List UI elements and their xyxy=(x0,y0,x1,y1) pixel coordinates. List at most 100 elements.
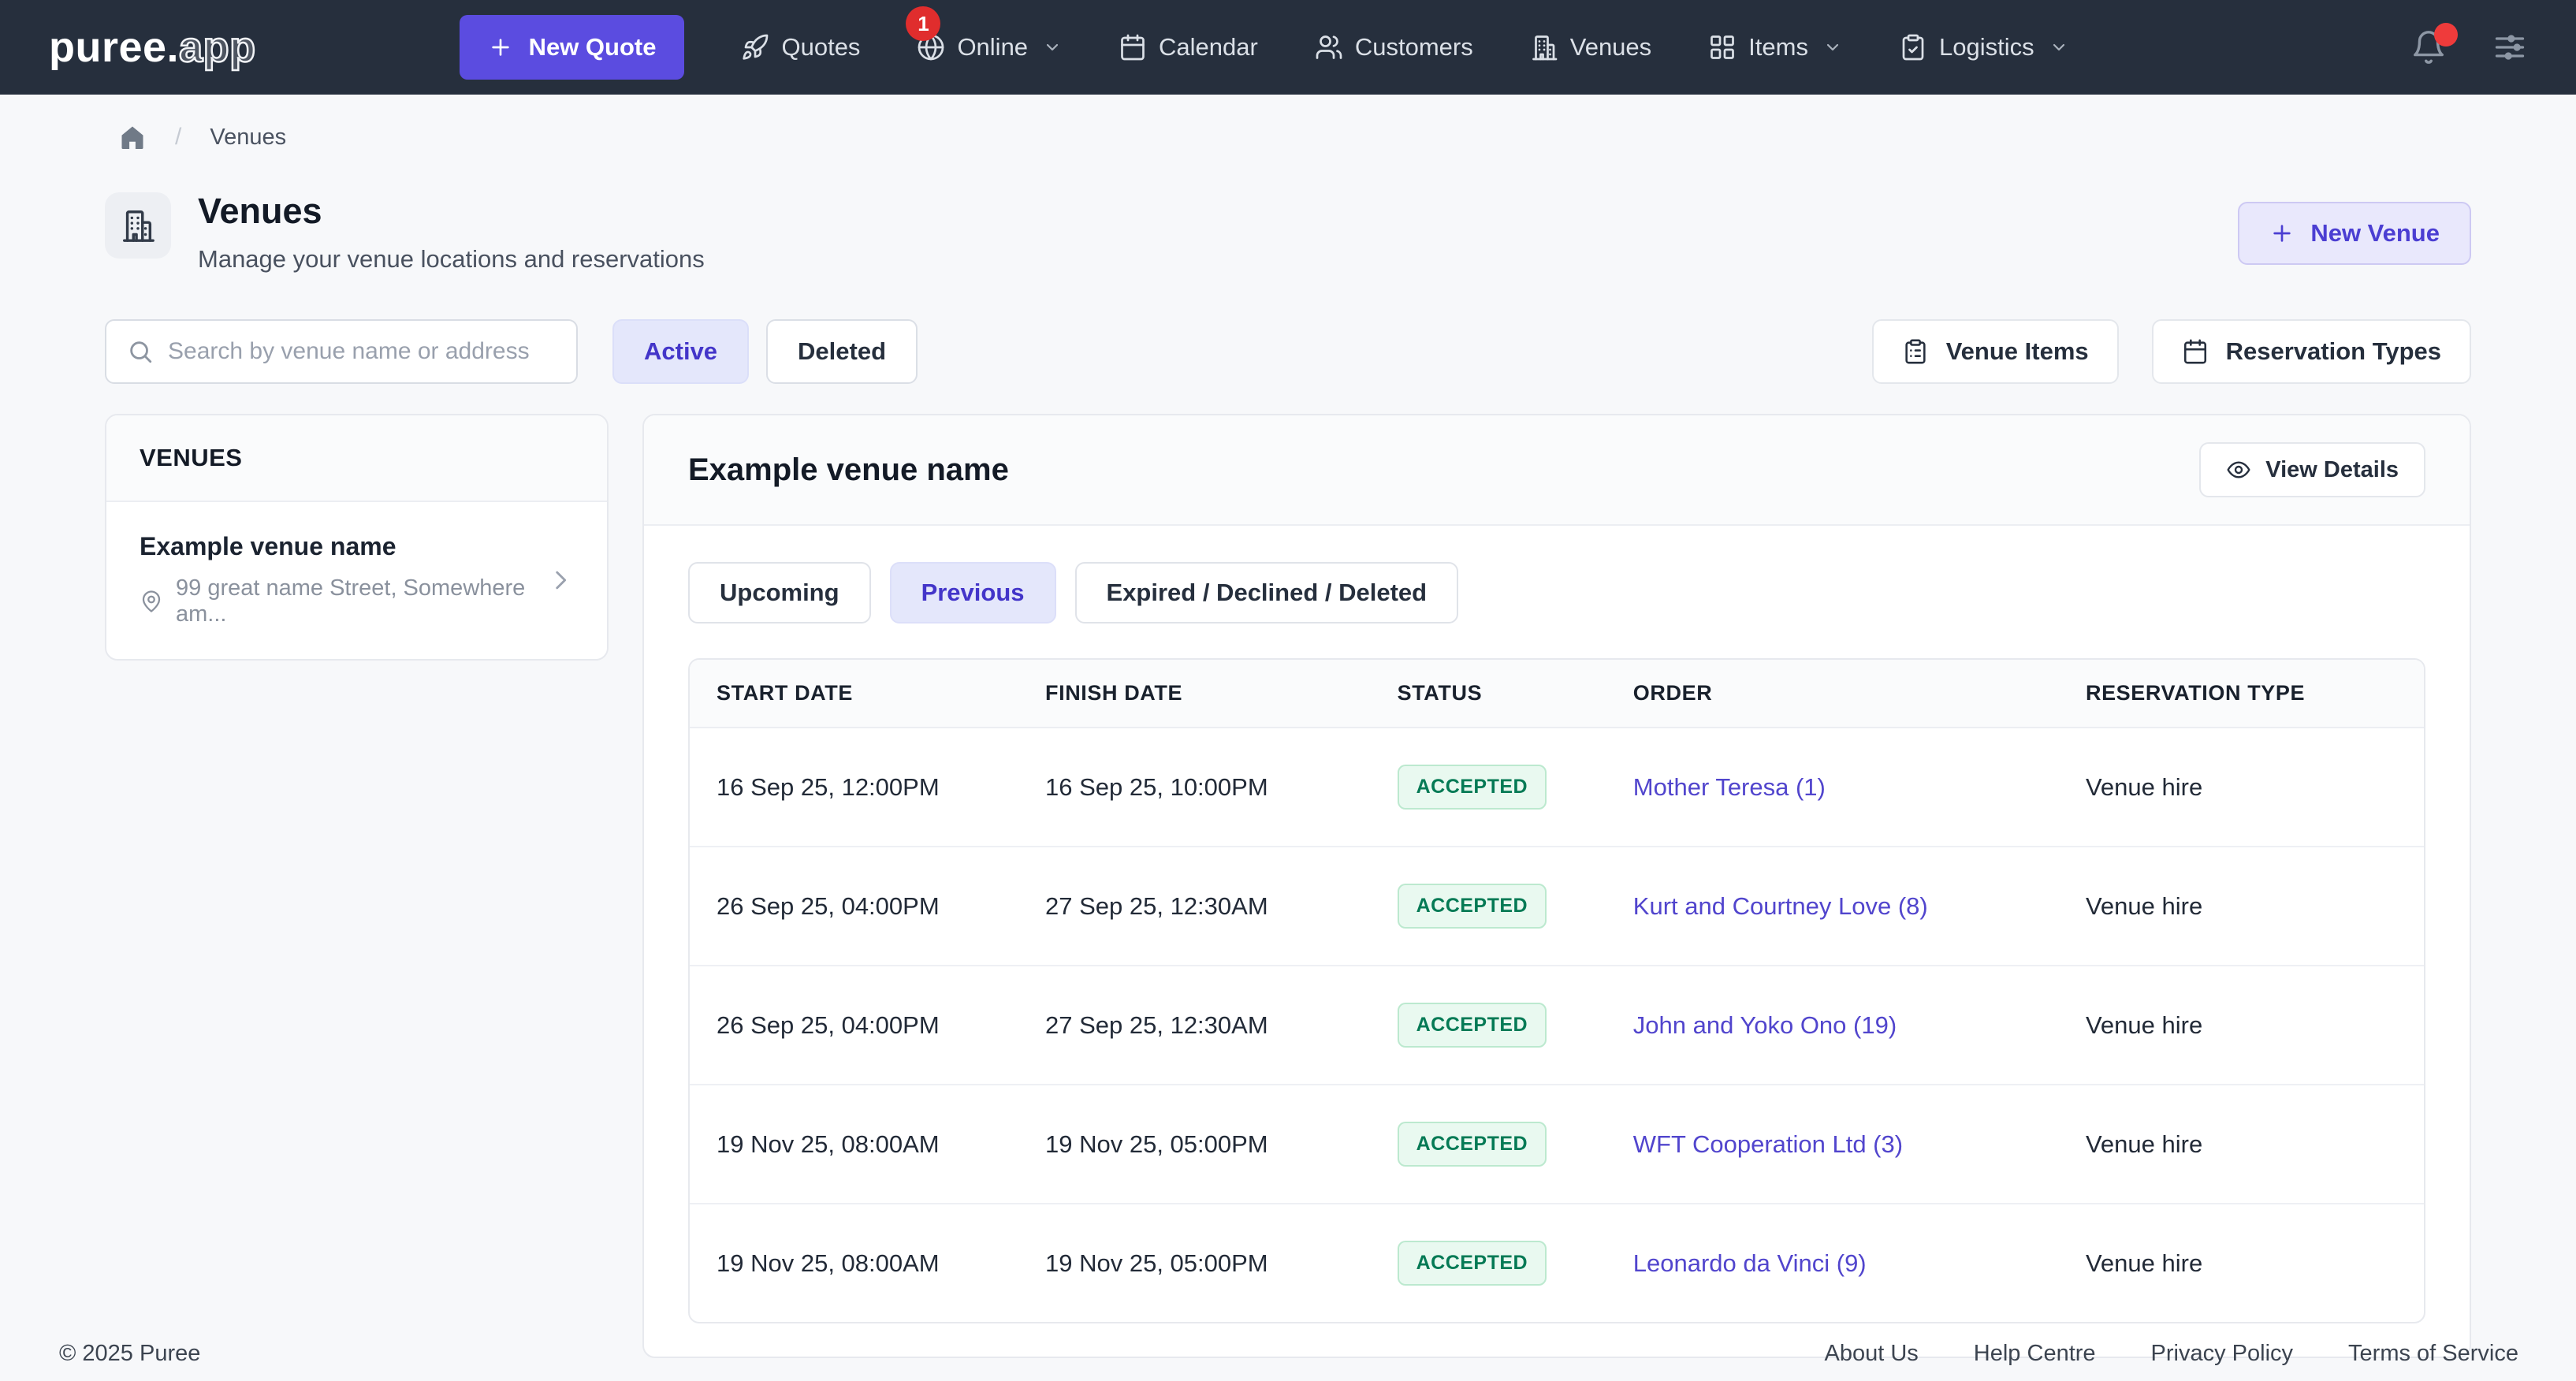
order-cell: Kurt and Courtney Love (8) xyxy=(1633,847,2086,966)
nav-label-logistics: Logistics xyxy=(1939,33,2034,61)
table-row: 19 Nov 25, 08:00AM 19 Nov 25, 05:00PM AC… xyxy=(690,1204,2424,1322)
reservation-types-label: Reservation Types xyxy=(2226,337,2441,366)
table-row: 16 Sep 25, 12:00PM 16 Sep 25, 10:00PM AC… xyxy=(690,728,2424,847)
tab-previous[interactable]: Previous xyxy=(890,562,1056,623)
nav-item-logistics[interactable]: Logistics xyxy=(1899,33,2068,61)
app-logo[interactable]: puree.app xyxy=(49,23,256,72)
notifications-button[interactable] xyxy=(2410,29,2447,65)
order-cell: Mother Teresa (1) xyxy=(1633,728,2086,847)
sliders-icon xyxy=(2492,30,2527,65)
notification-dot xyxy=(2434,23,2458,47)
tab-upcoming[interactable]: Upcoming xyxy=(688,562,871,623)
start-date-cell: 16 Sep 25, 12:00PM xyxy=(690,728,1045,847)
footer-link-terms-of-service[interactable]: Terms of Service xyxy=(2348,1341,2518,1367)
status-badge: ACCEPTED xyxy=(1398,1122,1547,1167)
view-details-label: View Details xyxy=(2265,457,2399,483)
finish-date-cell: 27 Sep 25, 12:30AM xyxy=(1045,966,1398,1085)
finish-date-cell: 16 Sep 25, 10:00PM xyxy=(1045,728,1398,847)
chevron-down-icon xyxy=(1823,38,1842,57)
order-link[interactable]: WFT Cooperation Ltd (3) xyxy=(1633,1130,1903,1158)
venue-items-label: Venue Items xyxy=(1946,337,2089,366)
venue-search xyxy=(105,319,578,384)
order-link[interactable]: Mother Teresa (1) xyxy=(1633,773,1826,801)
nav-item-customers[interactable]: Customers xyxy=(1315,33,1473,61)
start-date-cell: 19 Nov 25, 08:00AM xyxy=(690,1204,1045,1322)
plus-icon xyxy=(488,35,513,60)
nav-item-online[interactable]: 1 Online xyxy=(917,33,1062,61)
nav-label-calendar: Calendar xyxy=(1159,33,1258,61)
status-cell: ACCEPTED xyxy=(1398,1204,1633,1322)
venues-list-heading: VENUES xyxy=(140,444,242,471)
new-venue-label: New Venue xyxy=(2310,219,2440,248)
order-link[interactable]: Kurt and Courtney Love (8) xyxy=(1633,892,1928,920)
venues-list-card: VENUES Example venue name 99 great name … xyxy=(105,414,609,661)
order-link[interactable]: Leonardo da Vinci (9) xyxy=(1633,1249,1867,1277)
nav-item-items[interactable]: Items xyxy=(1708,33,1842,61)
map-pin-icon xyxy=(140,590,163,613)
status-cell: ACCEPTED xyxy=(1398,728,1633,847)
active-filter-button[interactable]: Active xyxy=(612,319,749,384)
footer-link-help-centre[interactable]: Help Centre xyxy=(1974,1341,2096,1367)
reservation-tabs: Upcoming Previous Expired / Declined / D… xyxy=(688,562,2425,623)
table-header-row: START DATE FINISH DATE STATUS ORDER RESE… xyxy=(690,660,2424,728)
table-row: 26 Sep 25, 04:00PM 27 Sep 25, 12:30AM AC… xyxy=(690,966,2424,1085)
grid-icon xyxy=(1708,33,1737,61)
start-date-cell: 19 Nov 25, 08:00AM xyxy=(690,1085,1045,1204)
breadcrumb-separator: / xyxy=(175,124,181,151)
settings-button[interactable] xyxy=(2492,30,2527,65)
reservation-type-cell: Venue hire xyxy=(2086,1204,2424,1322)
nav-label-items: Items xyxy=(1748,33,1808,61)
status-badge: ACCEPTED xyxy=(1398,765,1547,810)
nav-label-quotes: Quotes xyxy=(781,33,860,61)
calendar-icon xyxy=(1119,33,1147,61)
nav-label-customers: Customers xyxy=(1355,33,1473,61)
new-venue-button[interactable]: New Venue xyxy=(2238,202,2471,265)
footer-link-about-us[interactable]: About Us xyxy=(1825,1341,1919,1367)
page-header-left: Venues Manage your venue locations and r… xyxy=(105,192,705,274)
search-input[interactable] xyxy=(168,338,556,365)
plus-icon xyxy=(2269,221,2295,246)
clipboard-list-icon xyxy=(1902,338,1929,365)
venue-item-text: Example venue name 99 great name Street,… xyxy=(140,532,547,627)
tab-expired-declined-deleted[interactable]: Expired / Declined / Deleted xyxy=(1075,562,1459,623)
deleted-filter-button[interactable]: Deleted xyxy=(766,319,918,384)
filter-right-actions: Venue Items Reservation Types xyxy=(1872,319,2471,384)
nav-label-online: Online xyxy=(957,33,1028,61)
venues-list-header: VENUES xyxy=(106,415,607,502)
nav-item-quotes[interactable]: Quotes xyxy=(741,33,860,61)
page-header-text: Venues Manage your venue locations and r… xyxy=(198,192,705,274)
chevron-down-icon xyxy=(2049,38,2068,57)
venue-detail-title: Example venue name xyxy=(688,452,1009,488)
nav-item-calendar[interactable]: Calendar xyxy=(1119,33,1258,61)
order-cell: WFT Cooperation Ltd (3) xyxy=(1633,1085,2086,1204)
users-icon xyxy=(1315,33,1343,61)
venue-item-name: Example venue name xyxy=(140,532,547,561)
venue-items-button[interactable]: Venue Items xyxy=(1872,319,2119,384)
footer-links: About Us Help Centre Privacy Policy Term… xyxy=(1825,1341,2519,1367)
column-status: STATUS xyxy=(1398,660,1633,728)
page-title: Venues xyxy=(198,192,705,229)
page-header: Venues Manage your venue locations and r… xyxy=(105,192,2471,274)
chevron-right-icon xyxy=(547,567,574,594)
reservation-type-cell: Venue hire xyxy=(2086,966,2424,1085)
search-icon xyxy=(127,338,154,365)
footer-link-privacy-policy[interactable]: Privacy Policy xyxy=(2151,1341,2294,1367)
finish-date-cell: 27 Sep 25, 12:30AM xyxy=(1045,847,1398,966)
order-link[interactable]: John and Yoko Ono (19) xyxy=(1633,1011,1897,1039)
venue-detail-header: Example venue name View Details xyxy=(644,415,2470,526)
calendar-icon xyxy=(2182,338,2209,365)
status-cell: ACCEPTED xyxy=(1398,1085,1633,1204)
view-details-button[interactable]: View Details xyxy=(2199,442,2425,497)
venue-list-item[interactable]: Example venue name 99 great name Street,… xyxy=(106,502,607,659)
new-quote-button[interactable]: New Quote xyxy=(460,15,685,80)
status-badge: ACCEPTED xyxy=(1398,884,1547,929)
home-icon[interactable] xyxy=(118,123,147,151)
reservation-types-button[interactable]: Reservation Types xyxy=(2152,319,2471,384)
new-quote-label: New Quote xyxy=(529,33,657,61)
reservation-type-cell: Venue hire xyxy=(2086,1085,2424,1204)
rocket-icon xyxy=(741,33,769,61)
nav-item-venues[interactable]: Venues xyxy=(1530,33,1651,61)
page-subtitle: Manage your venue locations and reservat… xyxy=(198,245,705,274)
reservation-type-cell: Venue hire xyxy=(2086,728,2424,847)
status-cell: ACCEPTED xyxy=(1398,966,1633,1085)
